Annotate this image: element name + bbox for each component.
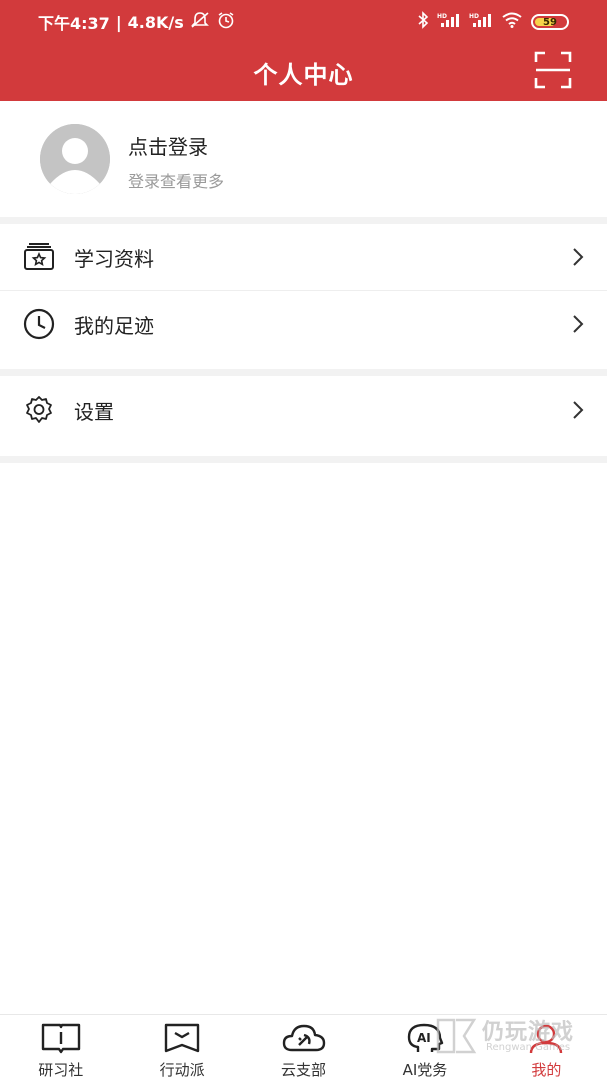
profile-login-card[interactable]: 点击登录 登录查看更多 xyxy=(0,101,607,217)
battery-level: 59 xyxy=(543,16,557,28)
bottom-tab-bar: 研习社 行动派 云支部 AI AI党务 我的 xyxy=(0,1014,607,1080)
cloud-party-icon xyxy=(282,1021,326,1055)
tab-wode[interactable]: 我的 xyxy=(486,1015,607,1080)
tab-ai-dangwu[interactable]: AI AI党务 xyxy=(364,1015,485,1080)
page-title: 个人中心 xyxy=(253,61,354,89)
signal-hd-icon: HD xyxy=(469,11,493,33)
user-icon xyxy=(524,1021,568,1055)
menu-item-footprints[interactable]: 我的足迹 xyxy=(0,291,607,357)
clock-icon xyxy=(22,307,56,341)
svg-text:AI: AI xyxy=(417,1031,431,1045)
wifi-icon xyxy=(501,11,523,33)
mute-icon xyxy=(190,11,210,33)
scan-button[interactable] xyxy=(533,50,573,90)
menu-item-settings[interactable]: 设置 xyxy=(0,377,607,443)
status-right: HD HD 59 xyxy=(417,11,569,33)
scan-icon xyxy=(534,51,572,89)
status-net-speed: 4.8K/s xyxy=(127,12,184,32)
login-label[interactable]: 点击登录 xyxy=(128,131,224,160)
chevron-right-icon xyxy=(573,248,584,266)
menu-item-study-materials[interactable]: 学习资料 xyxy=(0,224,607,290)
chevron-right-icon xyxy=(573,315,584,333)
status-separator: | xyxy=(115,12,122,32)
section-gap xyxy=(0,217,607,224)
login-subtitle: 登录查看更多 xyxy=(128,171,225,191)
tab-label: 云支部 xyxy=(281,1061,327,1079)
default-avatar-icon xyxy=(40,124,110,194)
signal-hd-icon: HD xyxy=(437,11,461,33)
svg-text:HD: HD xyxy=(469,13,479,20)
battery-icon: 59 xyxy=(531,14,569,30)
menu-label: 学习资料 xyxy=(74,246,154,271)
menu-label: 设置 xyxy=(74,399,114,424)
svg-text:HD: HD xyxy=(437,13,447,20)
profile-text: 点击登录 登录查看更多 xyxy=(128,131,224,192)
status-bar: 下午4:37 | 4.8K/s HD HD 59 xyxy=(0,0,607,44)
banner-icon xyxy=(160,1021,204,1055)
study-materials-icon xyxy=(22,240,56,274)
app-header: 下午4:37 | 4.8K/s HD HD 59 个人中心 xyxy=(0,0,607,101)
alarm-icon xyxy=(216,11,236,33)
tab-yunzhibu[interactable]: 云支部 xyxy=(243,1015,364,1080)
bluetooth-icon xyxy=(417,11,429,33)
book-icon xyxy=(39,1021,83,1055)
ai-head-icon: AI xyxy=(403,1021,447,1055)
section-gap xyxy=(0,369,607,376)
chevron-right-icon xyxy=(573,401,584,419)
tab-label: 我的 xyxy=(531,1061,562,1079)
status-time: 下午4:37 xyxy=(38,14,110,33)
section-gap xyxy=(0,456,607,463)
gear-icon xyxy=(22,393,56,427)
tab-label: AI党务 xyxy=(402,1061,448,1079)
status-left: 下午4:37 | 4.8K/s xyxy=(38,10,236,34)
menu-label: 我的足迹 xyxy=(74,313,154,338)
tab-label: 行动派 xyxy=(159,1061,205,1079)
tab-yanxishe[interactable]: 研习社 xyxy=(0,1015,121,1080)
tab-label: 研习社 xyxy=(38,1061,84,1079)
tab-xingdongpai[interactable]: 行动派 xyxy=(121,1015,242,1080)
title-bar: 个人中心 xyxy=(0,44,607,101)
